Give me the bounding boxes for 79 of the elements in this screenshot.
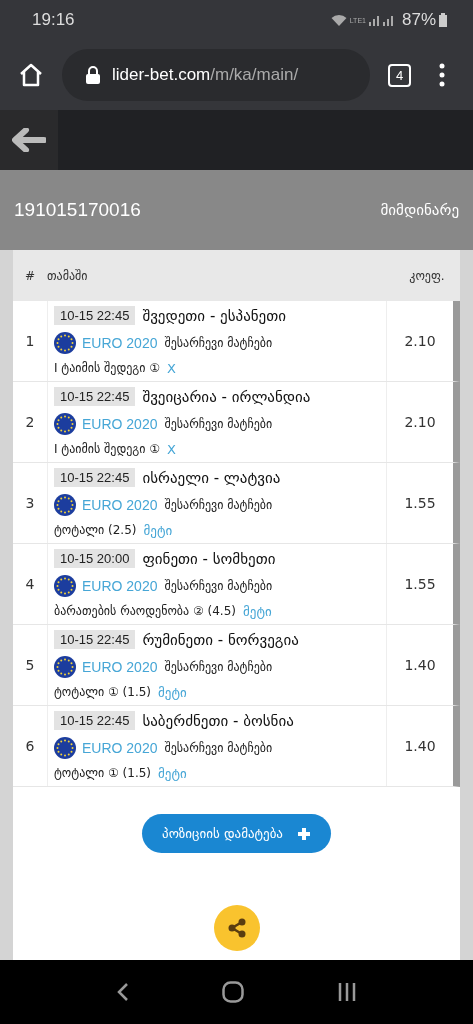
match-time: 10-15 22:45	[54, 306, 136, 326]
battery-icon	[439, 13, 447, 27]
stage-label: შესარჩევი მატჩები	[164, 660, 273, 674]
ticket-number: 191015170016	[14, 199, 141, 221]
match-time: 10-15 22:45	[54, 711, 136, 731]
back-nav-icon[interactable]	[116, 982, 129, 1002]
odds-value: 1.40	[403, 657, 437, 673]
odds-value: 1.40	[403, 738, 437, 754]
match-name: რუმინეთი - ნორვეგია	[142, 630, 299, 649]
back-button[interactable]	[0, 110, 58, 170]
column-header: თამაში	[47, 268, 89, 283]
row-number: 1	[24, 333, 36, 349]
match-name: შვედეთი - ესპანეთი	[142, 306, 286, 325]
league-link[interactable]: EURO 2020	[82, 335, 158, 351]
lock-icon	[86, 66, 100, 84]
market-label: I ტაიმის შედეგი ①	[54, 442, 161, 457]
column-header: #	[23, 268, 37, 283]
home-nav-icon[interactable]	[221, 981, 244, 1003]
bet-pick: მეტი	[158, 684, 187, 700]
stage-label: შესარჩევი მატჩები	[164, 336, 273, 350]
market-label: ტოტალი ① (1.5)	[54, 685, 152, 700]
stage-label: შესარჩევი მატჩები	[164, 579, 273, 593]
market-label: I ტაიმის შედეგი ①	[54, 361, 161, 376]
bet-pick: X	[167, 360, 176, 376]
league-link[interactable]: EURO 2020	[82, 659, 158, 675]
league-link[interactable]: EURO 2020	[82, 578, 158, 594]
bet-pick: მეტი	[158, 765, 187, 781]
odds-value: 2.10	[403, 333, 437, 349]
league-link[interactable]: EURO 2020	[82, 740, 158, 756]
match-name: საბერძნეთი - ბოსნია	[142, 711, 294, 730]
bet-pick: X	[167, 441, 176, 457]
odds-value: 1.55	[403, 576, 437, 592]
add-position-button[interactable]: პოზიციის დამატება	[142, 814, 331, 853]
bet-pick: მეტი	[243, 603, 272, 619]
row-number: 5	[24, 657, 36, 673]
league-link[interactable]: EURO 2020	[82, 497, 158, 513]
home-icon[interactable]	[18, 62, 44, 88]
wifi-icon	[330, 13, 347, 27]
odds-value: 2.10	[403, 414, 437, 430]
row-number: 6	[24, 738, 36, 754]
battery-percent: 87%	[401, 10, 436, 30]
match-name: ფინეთი - სომხეთი	[142, 549, 276, 568]
plus-icon	[296, 826, 311, 841]
row-number: 2	[24, 414, 36, 430]
row-number: 4	[24, 576, 36, 592]
star-ring-icon	[54, 332, 76, 354]
league-link[interactable]: EURO 2020	[82, 416, 158, 432]
back-arrow-icon	[12, 128, 46, 152]
recents-nav-icon[interactable]	[336, 982, 357, 1002]
bet-pick: მეტი	[143, 522, 173, 538]
clock-time: 19:16	[32, 10, 75, 30]
address-bar[interactable]: lider-bet.com/m/ka/main/	[62, 49, 370, 101]
star-ring-icon	[54, 413, 76, 435]
url-domain: lider-bet.com	[112, 65, 211, 84]
match-name: ისრაელი - ლატვია	[142, 468, 281, 487]
column-header: კოეფ.	[408, 268, 446, 283]
share-icon	[226, 918, 247, 938]
market-label: ტოტალი ① (1.5)	[54, 766, 152, 781]
match-time: 10-15 22:45	[54, 387, 136, 407]
star-ring-icon	[54, 575, 76, 597]
market-label: ბარათების რაოდენობა ② (4.5)	[54, 604, 236, 619]
match-time: 10-15 22:45	[54, 630, 136, 650]
match-name: შვეიცარია - ირლანდია	[142, 387, 311, 406]
row-number: 3	[24, 495, 36, 511]
stage-label: შესარჩევი მატჩები	[164, 498, 273, 512]
menu-icon[interactable]	[439, 63, 445, 87]
url-path: /m/ka/main/	[210, 65, 299, 84]
market-label: ტოტალი (2.5)	[54, 523, 137, 538]
odds-value: 1.55	[403, 495, 437, 511]
tab-count[interactable]: 4	[388, 63, 411, 87]
match-time: 10-15 20:00	[54, 549, 136, 569]
stage-label: შესარჩევი მატჩები	[164, 417, 273, 431]
star-ring-icon	[54, 737, 76, 759]
star-ring-icon	[54, 494, 76, 516]
share-button[interactable]	[213, 905, 260, 951]
ticket-status: მიმდინარე	[380, 201, 459, 219]
stage-label: შესარჩევი მატჩები	[164, 741, 273, 755]
star-ring-icon	[54, 656, 76, 678]
match-time: 10-15 22:45	[54, 468, 136, 488]
